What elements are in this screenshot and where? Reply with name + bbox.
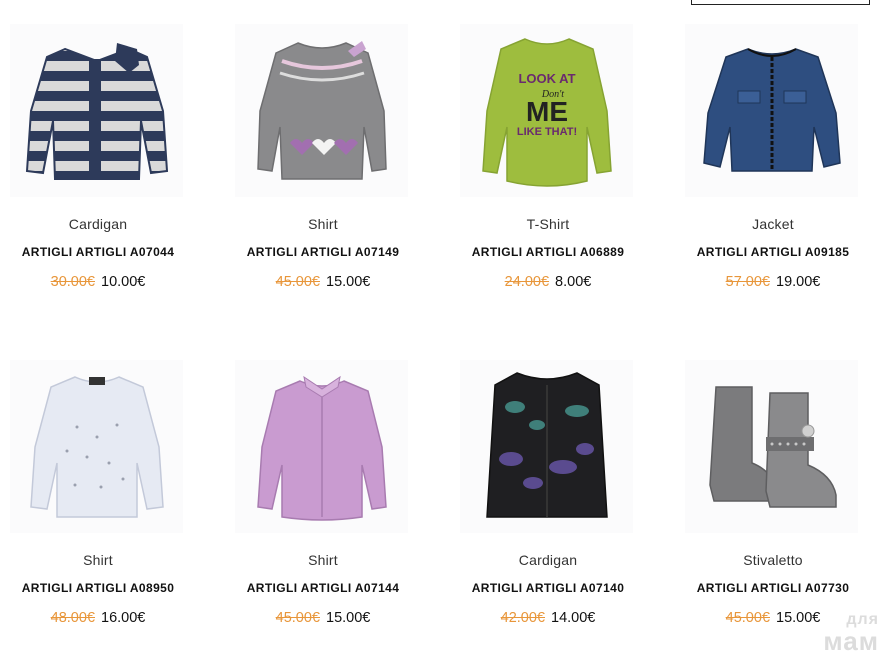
sale-price: 8.00€ bbox=[555, 274, 592, 290]
old-price: 30.00€ bbox=[50, 274, 95, 290]
old-price: 24.00€ bbox=[504, 274, 550, 290]
product-card[interactable]: Jacket ARTIGLI ARTIGLI A09185 57.00€ 19.0… bbox=[675, 24, 893, 324]
product-price: 24.00€ 8.00€ bbox=[450, 274, 646, 290]
tshirt-print-line4: LIKE THAT! bbox=[516, 126, 576, 138]
green-look-at-me-tshirt-image: LOOK AT Don't ME LIKE THAT! bbox=[481, 37, 612, 187]
product-price: 30.00€ 10.00€ bbox=[0, 274, 196, 290]
product-category: Shirt bbox=[308, 216, 338, 232]
dark-pattern-cardigan-image bbox=[485, 371, 608, 518]
product-price: 45.00€ 15.00€ bbox=[225, 274, 421, 290]
tshirt-print-line1: LOOK AT bbox=[518, 71, 575, 86]
product-category: Cardigan bbox=[68, 216, 128, 232]
grey-boots-image bbox=[708, 385, 837, 508]
old-price: 57.00€ bbox=[725, 274, 770, 290]
product-name[interactable]: ARTIGLI ARTIGLI A08950 bbox=[0, 581, 196, 595]
product-name[interactable]: ARTIGLI ARTIGLI A07140 bbox=[450, 581, 646, 595]
product-card[interactable]: Cardigan ARTIGLI ARTIGLI A07044 30.00€ 10… bbox=[0, 24, 225, 324]
pink-blouse-image bbox=[256, 375, 387, 521]
old-price: 42.00€ bbox=[500, 610, 545, 626]
sale-price: 15.00€ bbox=[776, 610, 821, 626]
sale-price: 19.00€ bbox=[776, 274, 821, 290]
product-name[interactable]: ARTIGLI ARTIGLI A07730 bbox=[675, 581, 871, 595]
product-price: 48.00€ 16.00€ bbox=[0, 610, 196, 626]
product-category: Shirt bbox=[308, 552, 338, 568]
tshirt-print-line3: ME bbox=[526, 96, 568, 127]
product-name[interactable]: ARTIGLI ARTIGLI A07144 bbox=[225, 581, 421, 595]
product-image[interactable] bbox=[460, 360, 633, 533]
product-category: Stivaletto bbox=[743, 552, 803, 568]
sale-price: 15.00€ bbox=[326, 274, 371, 290]
product-category: Cardigan bbox=[518, 552, 578, 568]
site-watermark: для мам bbox=[823, 612, 879, 656]
product-image[interactable] bbox=[235, 360, 408, 533]
product-category: Shirt bbox=[83, 552, 113, 568]
old-price: 45.00€ bbox=[275, 274, 320, 290]
sale-price: 14.00€ bbox=[551, 610, 596, 626]
product-card[interactable]: Shirt ARTIGLI ARTIGLI A07144 45.00€ 15.00… bbox=[225, 360, 450, 660]
product-price: 45.00€ 15.00€ bbox=[225, 610, 421, 626]
grey-heart-sweater-image bbox=[256, 40, 387, 180]
product-name[interactable]: ARTIGLI ARTIGLI A06889 bbox=[450, 245, 646, 259]
old-price: 45.00€ bbox=[725, 610, 770, 626]
product-card[interactable]: Cardigan ARTIGLI ARTIGLI A07140 42.00€ 14… bbox=[450, 360, 675, 660]
product-image[interactable] bbox=[10, 360, 183, 533]
product-price: 42.00€ 14.00€ bbox=[450, 610, 646, 626]
white-sweater-image bbox=[29, 375, 164, 518]
product-image[interactable] bbox=[10, 24, 183, 197]
product-name[interactable]: ARTIGLI ARTIGLI A09185 bbox=[675, 245, 871, 259]
product-price: 57.00€ 19.00€ bbox=[675, 274, 871, 290]
sale-price: 16.00€ bbox=[101, 610, 146, 626]
product-grid: Cardigan ARTIGLI ARTIGLI A07044 30.00€ 10… bbox=[0, 0, 893, 664]
sale-price: 15.00€ bbox=[326, 610, 371, 626]
watermark-line2: мам bbox=[823, 626, 879, 656]
product-image[interactable] bbox=[685, 24, 858, 197]
product-image[interactable]: LOOK AT Don't ME LIKE THAT! bbox=[460, 24, 633, 197]
product-card[interactable]: Shirt ARTIGLI ARTIGLI A08950 48.00€ 16.00… bbox=[0, 360, 225, 660]
old-price: 48.00€ bbox=[50, 610, 95, 626]
product-name[interactable]: ARTIGLI ARTIGLI A07149 bbox=[225, 245, 421, 259]
product-image[interactable] bbox=[235, 24, 408, 197]
old-price: 45.00€ bbox=[275, 610, 320, 626]
product-category: T-Shirt bbox=[526, 216, 570, 232]
product-category: Jacket bbox=[752, 216, 794, 232]
product-image[interactable] bbox=[685, 360, 858, 533]
striped-cardigan-image bbox=[25, 42, 168, 180]
denim-jacket-image bbox=[702, 47, 841, 172]
product-card[interactable]: Shirt ARTIGLI ARTIGLI A07149 45.00€ 15.00… bbox=[225, 24, 450, 324]
sale-price: 10.00€ bbox=[101, 274, 146, 290]
product-name[interactable]: ARTIGLI ARTIGLI A07044 bbox=[0, 245, 196, 259]
product-card[interactable]: LOOK AT Don't ME LIKE THAT! T-Shirt ARTI… bbox=[450, 24, 675, 324]
